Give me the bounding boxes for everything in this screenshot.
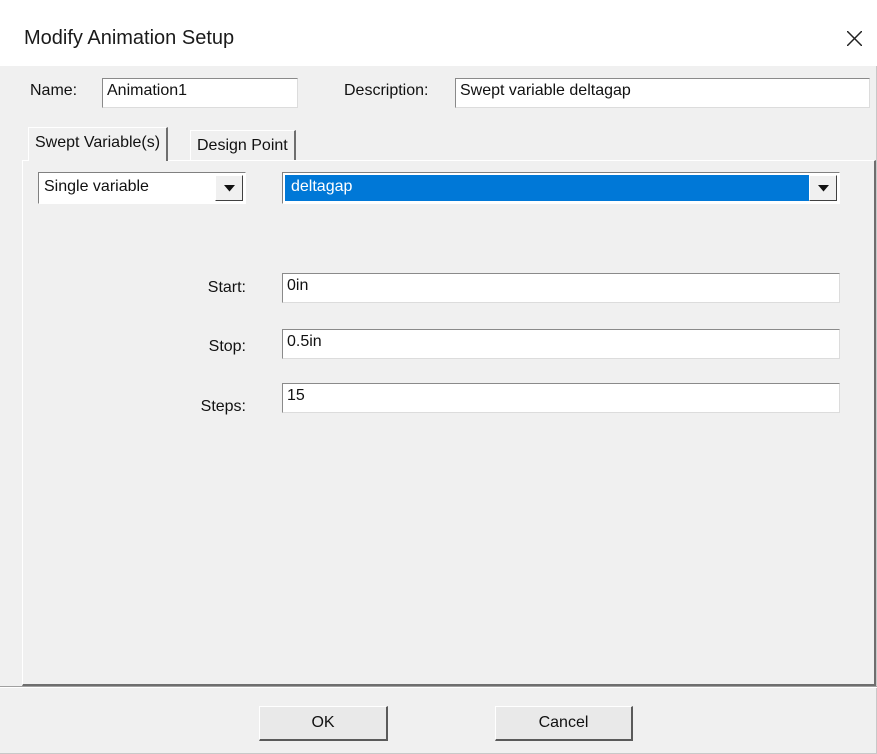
swept-variable-dropdown-button[interactable] (809, 175, 837, 201)
name-input[interactable]: Animation1 (102, 78, 298, 108)
cancel-button[interactable]: Cancel (495, 706, 633, 741)
dialog-title: Modify Animation Setup (24, 27, 235, 49)
chevron-down-icon (224, 185, 235, 192)
swept-variable-value: deltagap (291, 178, 353, 195)
name-label: Name: (30, 82, 78, 99)
swept-variables-panel (22, 160, 876, 686)
close-button[interactable] (834, 18, 874, 58)
stop-input[interactable]: 0.5in (282, 329, 840, 359)
sweep-mode-value: Single variable (44, 178, 149, 195)
start-input[interactable]: 0in (282, 273, 840, 303)
modify-animation-setup-dialog: Modify Animation Setup Name: Animation1 … (0, 0, 877, 754)
title-bar: Modify Animation Setup (0, 0, 877, 66)
steps-input[interactable]: 15 (282, 383, 840, 413)
description-input[interactable]: Swept variable deltagap (455, 78, 870, 108)
footer-separator (0, 686, 877, 688)
sweep-mode-dropdown-button[interactable] (215, 175, 243, 201)
description-label: Description: (344, 82, 429, 99)
swept-variable-select[interactable]: deltagap (282, 172, 840, 204)
close-icon (847, 31, 862, 46)
stop-label: Stop: (208, 338, 246, 355)
ok-button[interactable]: OK (259, 706, 388, 741)
start-label: Start: (207, 279, 246, 296)
selection-highlight (285, 175, 809, 201)
steps-label: Steps: (200, 398, 246, 415)
tab-design-point[interactable]: Design Point (190, 130, 296, 160)
tab-swept-variables[interactable]: Swept Variable(s) (28, 127, 169, 161)
chevron-down-icon (818, 185, 829, 192)
sweep-mode-select[interactable]: Single variable (38, 172, 246, 204)
